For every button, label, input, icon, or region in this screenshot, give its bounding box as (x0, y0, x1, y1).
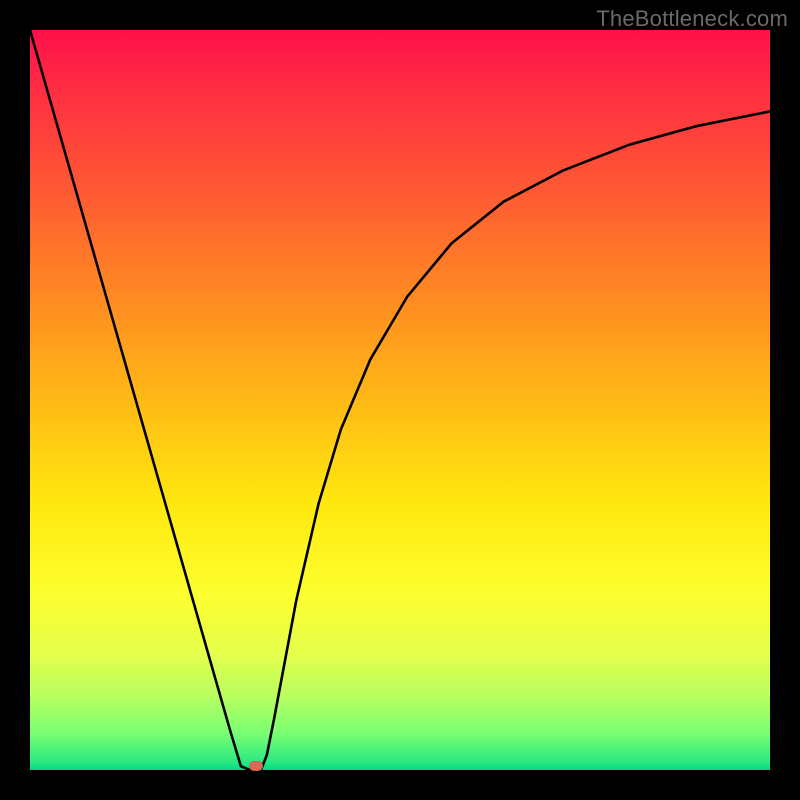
watermark-text: TheBottleneck.com (596, 6, 788, 32)
bottleneck-curve (30, 30, 770, 770)
chart-frame: TheBottleneck.com (0, 0, 800, 800)
optimum-marker (249, 761, 263, 771)
curve-layer (30, 30, 770, 770)
plot-area (30, 30, 770, 770)
